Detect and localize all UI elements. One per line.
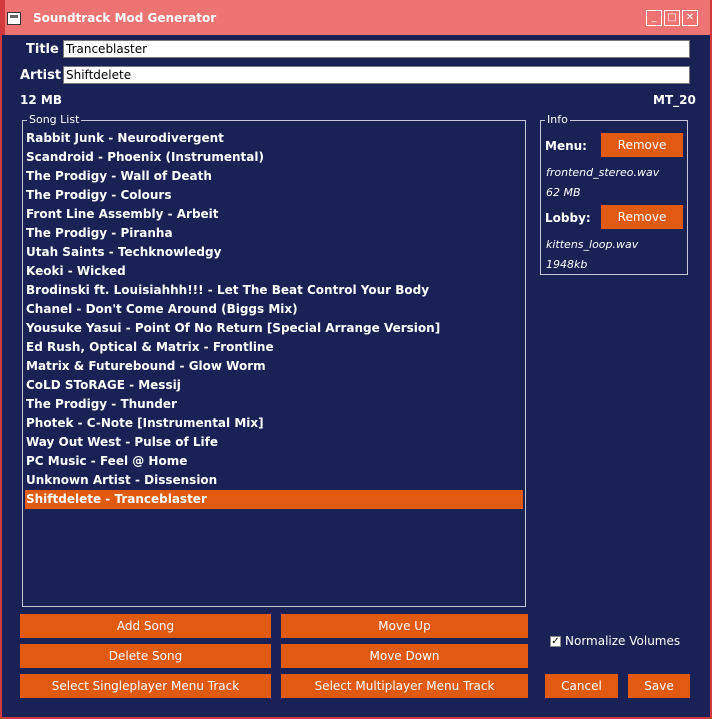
song-list-item[interactable]: Matrix & Futurebound - Glow Worm — [25, 357, 523, 376]
song-list-item[interactable]: PC Music - Feel @ Home — [25, 452, 523, 471]
track-id: MT_20 — [653, 93, 696, 107]
song-list-label: Song List — [27, 113, 82, 126]
remove-lobby-button[interactable]: Remove — [601, 205, 683, 229]
main-panel: Title Tranceblaster Artist Shiftdelete 1… — [8, 35, 702, 711]
artist-field[interactable]: Shiftdelete — [63, 66, 690, 84]
song-list-item[interactable]: The Prodigy - Colours — [25, 186, 523, 205]
song-list-item[interactable]: Chanel - Don't Come Around (Biggs Mix) — [25, 300, 523, 319]
menu-label: Menu: — [545, 139, 587, 153]
song-list-item[interactable]: Yousuke Yasui - Point Of No Return [Spec… — [25, 319, 523, 338]
song-list-item[interactable]: Ed Rush, Optical & Matrix - Frontline — [25, 338, 523, 357]
normalize-label: Normalize Volumes — [565, 634, 681, 648]
song-list-box[interactable]: Song List Rabbit Junk - Neurodivergent Sc… — [22, 113, 526, 607]
select-multiplayer-button[interactable]: Select Multiplayer Menu Track — [281, 674, 528, 698]
song-list-item[interactable]: The Prodigy - Thunder — [25, 395, 523, 414]
normalize-checkbox[interactable]: ✓ — [550, 636, 561, 647]
lobby-file: kittens_loop.wav — [546, 238, 639, 251]
title-field[interactable]: Tranceblaster — [63, 40, 690, 58]
menu-file: frontend_stereo.wav — [546, 166, 660, 179]
song-list-item[interactable]: Shiftdelete - Tranceblaster — [25, 490, 523, 509]
lobby-label: Lobby: — [545, 211, 591, 225]
song-list-item[interactable]: Scandroid - Phoenix (Instrumental) — [25, 148, 523, 167]
cancel-button[interactable]: Cancel — [545, 674, 618, 698]
song-list-item[interactable]: The Prodigy - Piranha — [25, 224, 523, 243]
size-readout: 12 MB — [20, 93, 62, 107]
song-list-item[interactable]: Keoki - Wicked — [25, 262, 523, 281]
menu-size: 62 MB — [546, 186, 581, 199]
song-list-item[interactable]: Utah Saints - Techknowledgy — [25, 243, 523, 262]
remove-menu-button[interactable]: Remove — [601, 133, 683, 157]
song-list-item[interactable]: Brodinski ft. Louisiahhh!!! - Let The Be… — [25, 281, 523, 300]
select-singleplayer-button[interactable]: Select Singleplayer Menu Track — [20, 674, 271, 698]
info-box: Info Menu: Remove frontend_stereo.wav 62… — [540, 113, 688, 275]
delete-song-button[interactable]: Delete Song — [20, 644, 271, 668]
song-list-item[interactable]: The Prodigy - Wall of Death — [25, 167, 523, 186]
song-list-item[interactable]: CoLD SToRAGE - Messij — [25, 376, 523, 395]
move-up-button[interactable]: Move Up — [281, 614, 528, 638]
info-label: Info — [545, 113, 570, 126]
song-list-item[interactable]: Rabbit Junk - Neurodivergent — [25, 129, 523, 148]
add-song-button[interactable]: Add Song — [20, 614, 271, 638]
artist-label: Artist — [20, 68, 62, 83]
song-list-item[interactable]: Photek - C-Note [Instrumental Mix] — [25, 414, 523, 433]
song-list-item[interactable]: Unknown Artist - Dissension — [25, 471, 523, 490]
save-button[interactable]: Save — [628, 674, 690, 698]
check-icon: ✓ — [551, 636, 560, 647]
lobby-size: 1948kb — [546, 258, 588, 271]
move-down-button[interactable]: Move Down — [281, 644, 528, 668]
song-list-item[interactable]: Front Line Assembly - Arbeit — [25, 205, 523, 224]
title-label: Title — [26, 42, 59, 57]
song-list-item[interactable]: Way Out West - Pulse of Life — [25, 433, 523, 452]
